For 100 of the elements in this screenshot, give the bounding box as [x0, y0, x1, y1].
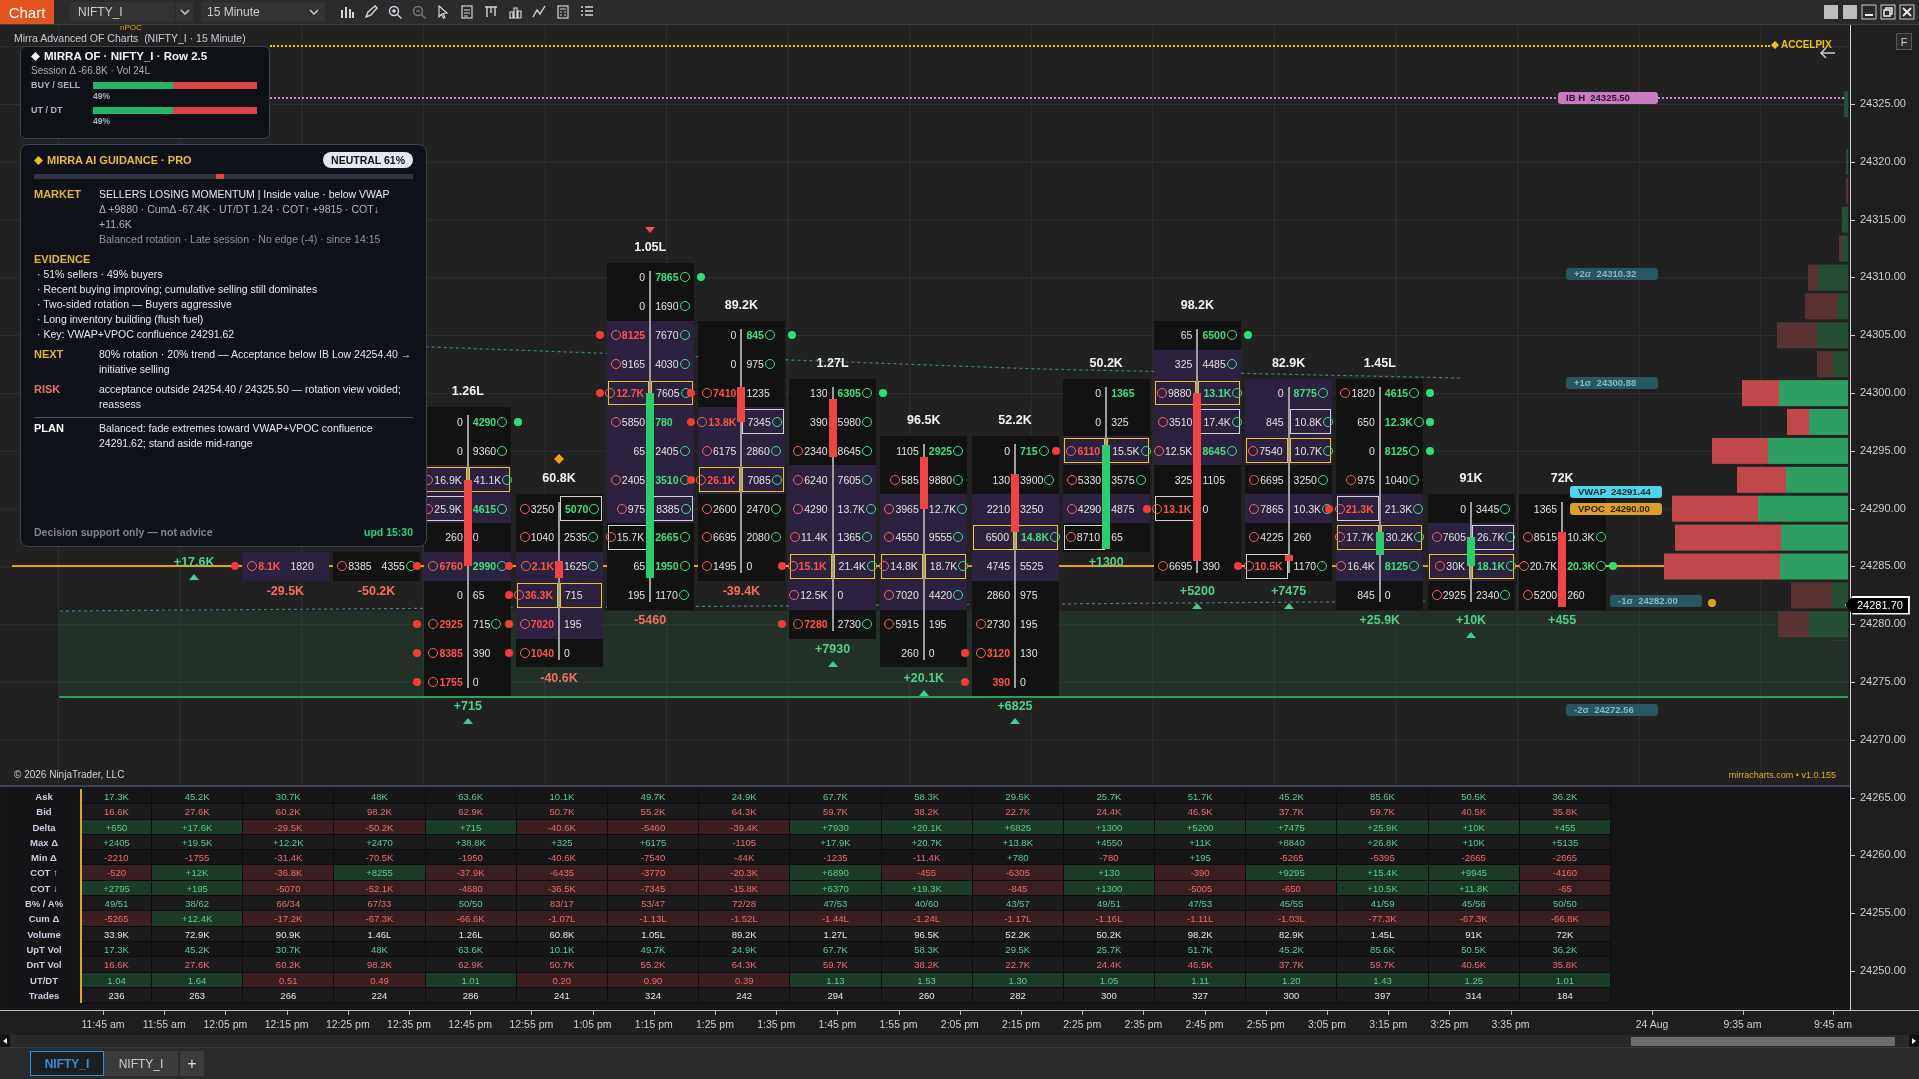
table-cell: 38.2K	[881, 804, 973, 820]
ask-volume: 195	[928, 618, 947, 631]
document-icon[interactable]	[459, 4, 475, 20]
panel-button[interactable]: F	[1896, 33, 1912, 50]
window-icon[interactable]	[1823, 4, 1839, 20]
ask-volume: 0	[746, 560, 753, 573]
instrument-field[interactable]: NIFTY_I	[70, 2, 175, 22]
add-tab-button[interactable]: +	[180, 1051, 204, 1076]
ask-volume: 1365	[837, 531, 861, 544]
ask-volume: 325	[1111, 415, 1129, 428]
ask-volume: 5070	[565, 502, 589, 515]
section-text: 80% rotation · 20% trend — Acceptance below IB Low 24254.40 → initiative selling	[99, 347, 413, 377]
price-label: 24280.00	[1860, 617, 1906, 630]
ask-volume: 18.7K	[929, 560, 958, 573]
ask-volume: 1820	[290, 560, 314, 573]
table-cell: -1.03L	[1246, 911, 1338, 927]
pencil-icon[interactable]	[363, 4, 379, 20]
bid-volume: 390	[810, 415, 828, 428]
table-cell: 22.7K	[972, 957, 1064, 973]
table-cell: 60.2K	[243, 804, 335, 820]
meter-reading: 49%	[93, 116, 110, 126]
close-icon[interactable]	[1899, 4, 1915, 20]
table-cell: 53/47	[607, 896, 700, 912]
chart-menu-button[interactable]: Chart	[0, 0, 54, 24]
table-cell: 46.5K	[1155, 804, 1247, 820]
table-cell: -40.6K	[516, 850, 608, 866]
bid-volume: 6695	[1260, 473, 1284, 486]
table-cell: 62.9K	[425, 804, 517, 820]
table-cell: -455	[881, 865, 973, 881]
calculator-icon[interactable]	[555, 4, 571, 20]
ask-volume: 10.3K	[1293, 502, 1322, 515]
time-label: 11:55 am	[141, 1018, 187, 1030]
ask-volume: 12.3K	[1384, 415, 1413, 428]
bid-volume: 15.1K	[798, 560, 827, 573]
bid-volume: 1105	[896, 444, 919, 457]
table-cell: +9945	[1428, 865, 1520, 881]
columns-icon[interactable]	[483, 4, 499, 20]
ask-volume: 715	[472, 618, 491, 631]
chart-tab[interactable]: NIFTY_I	[104, 1051, 178, 1076]
bar-delta-label: +25.9K	[1358, 612, 1402, 627]
npoc-label: nPOC	[120, 25, 142, 32]
zoom-out-icon[interactable]	[411, 4, 427, 20]
time-label: 24 Aug	[1634, 1018, 1670, 1030]
table-cell: +12.4K	[152, 911, 244, 927]
table-cell: 83/17	[516, 896, 608, 912]
time-label: 1:55 pm	[878, 1018, 919, 1030]
line-chart-icon[interactable]	[531, 4, 547, 20]
ask-volume: 260	[1567, 589, 1585, 602]
time-label: 2:15 pm	[1001, 1018, 1041, 1030]
window-icon[interactable]	[1842, 4, 1858, 20]
ask-volume: 1235	[746, 386, 770, 399]
scrollbar-thumb[interactable]	[1631, 1036, 1895, 1046]
minimize-icon[interactable]	[1861, 4, 1877, 20]
table-cell: -1.44L	[790, 911, 882, 927]
table-cell: -5265	[1246, 850, 1338, 866]
bar-volume-label: 72K	[1549, 472, 1575, 486]
bid-volume: 0	[1277, 387, 1284, 399]
bullet-text: · Long inventory building (flush fuel)	[37, 312, 205, 327]
bar-delta-label: -5460	[633, 612, 668, 627]
bid-volume: 7605	[1442, 531, 1466, 544]
table-cell: -11.4K	[881, 850, 973, 866]
ask-volume: 715	[565, 589, 583, 602]
cursor-icon[interactable]	[435, 4, 451, 20]
ask-volume: 4485	[1202, 358, 1226, 371]
histogram-icon[interactable]	[507, 4, 523, 20]
interval-dropdown[interactable]: 15 Minute	[201, 2, 325, 22]
table-cell: -780	[1063, 850, 1156, 866]
scroll-right-button[interactable]	[1909, 1035, 1919, 1047]
bullet-text: · Recent buying improving; cumulative selling still dominates	[37, 282, 319, 297]
ask-volume: 41.1K	[473, 473, 502, 486]
price-label: 24255.00	[1860, 906, 1906, 919]
sigma-label: +2σ 24310.32	[1566, 267, 1658, 280]
ask-volume: 2470	[746, 502, 770, 515]
price-label: 24310.00	[1860, 270, 1906, 283]
instrument-dropdown-button[interactable]	[176, 2, 193, 22]
ask-volume: 390	[472, 647, 491, 659]
chart-tab[interactable]: NIFTY_I	[30, 1051, 104, 1076]
bid-volume: 65	[633, 444, 646, 457]
scroll-left-button[interactable]	[0, 1035, 10, 1047]
table-cell: -1950	[425, 850, 517, 866]
bid-volume: 0	[456, 415, 463, 428]
table-cell: 58.3K	[881, 789, 973, 805]
table-cell: 40.5K	[1428, 804, 1520, 820]
bar-chart-icon[interactable]	[339, 4, 355, 20]
bar-volume-label: 1.26L	[450, 385, 485, 399]
table-cell: -1.07L	[516, 911, 608, 927]
bid-volume: 7020	[895, 589, 919, 602]
section-heading: NEXT	[34, 347, 65, 362]
zoom-in-icon[interactable]	[387, 4, 403, 20]
ask-volume: 195	[1020, 618, 1038, 631]
ask-volume: 65	[1111, 531, 1123, 544]
table-cell: 50.7K	[516, 804, 608, 820]
bar-delta-label: +7475	[1270, 583, 1308, 598]
bid-volume: 12.5K	[1164, 444, 1193, 457]
ask-volume: 21.4K	[838, 560, 867, 573]
bid-volume: 1820	[1351, 387, 1375, 399]
ask-volume: 0	[564, 647, 570, 660]
table-cell: +780	[972, 850, 1064, 866]
bid-volume: 7865	[1260, 502, 1284, 515]
restore-icon[interactable]	[1880, 4, 1896, 20]
